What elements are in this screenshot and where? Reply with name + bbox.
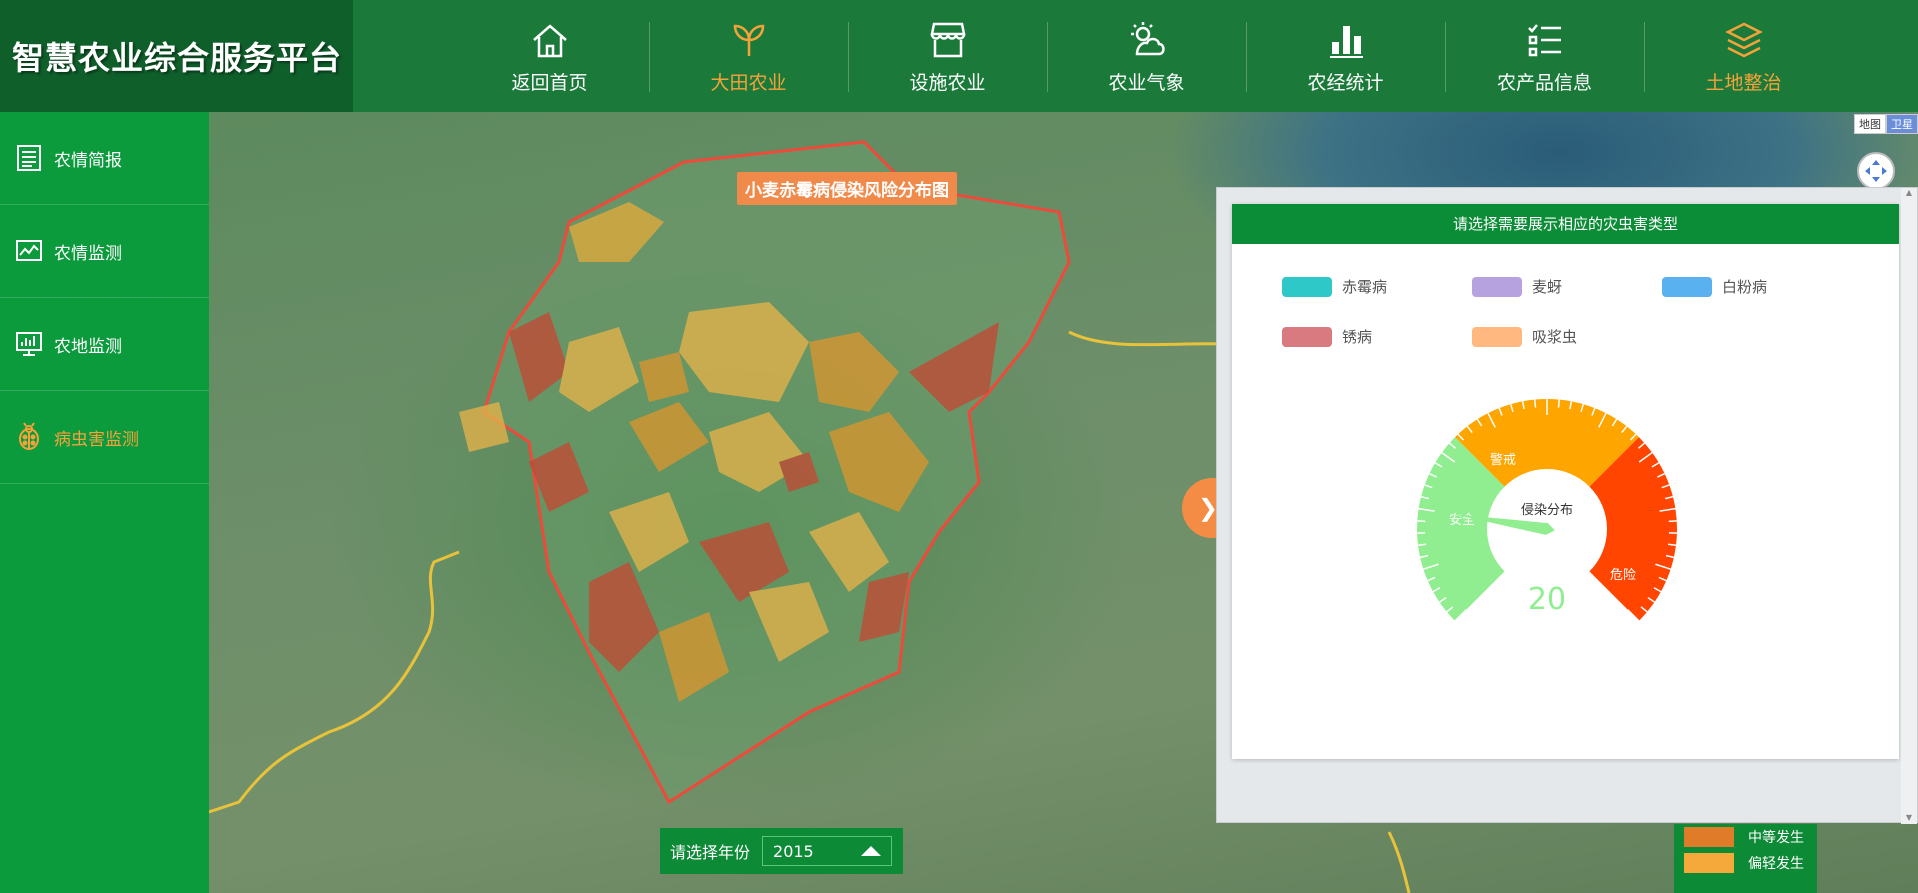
legend-swatch bbox=[1684, 853, 1734, 873]
map-type-satellite-button[interactable]: 卫星 bbox=[1886, 114, 1918, 134]
legend-swatch bbox=[1684, 827, 1734, 847]
sidebar: 农情简报 农情监测 农地监测 病虫害监测 bbox=[0, 112, 209, 893]
legend-item-rust[interactable]: 锈病 bbox=[1282, 326, 1372, 347]
nav-label: 返回首页 bbox=[511, 71, 588, 94]
legend-swatch bbox=[1282, 276, 1332, 297]
year-label: 请选择年份 bbox=[670, 843, 751, 862]
legend-label: 偏轻发生 bbox=[1748, 856, 1804, 872]
nav-label: 农经统计 bbox=[1307, 71, 1384, 94]
legend-label: 白粉病 bbox=[1722, 278, 1768, 296]
sidebar-item-land-monitoring[interactable]: 农地监测 bbox=[0, 298, 209, 391]
nav-label: 大田农业 bbox=[710, 71, 787, 94]
map-type-switch: 地图 卫星 bbox=[1854, 114, 1918, 134]
nav-land-remediation[interactable]: 土地整治 bbox=[1644, 0, 1843, 112]
map-title: 小麦赤霉病侵染风险分布图 bbox=[737, 172, 957, 205]
nav-product-info[interactable]: 农产品信息 bbox=[1445, 0, 1644, 112]
legend-label: 赤霉病 bbox=[1342, 278, 1388, 296]
bar-chart-icon bbox=[1329, 25, 1363, 58]
panel-scrollbar[interactable]: ▲ ▼ bbox=[1901, 188, 1917, 824]
gauge-tick bbox=[1417, 520, 1426, 523]
app-title: 智慧农业综合服务平台 bbox=[0, 0, 353, 112]
gauge-tick bbox=[1668, 520, 1677, 523]
legend-swatch bbox=[1472, 326, 1522, 347]
line-chart-icon bbox=[16, 240, 42, 261]
sidebar-item-label: 农情简报 bbox=[54, 150, 122, 171]
gauge-label-safe: 安全 bbox=[1449, 512, 1475, 528]
legend-label: 中等发生 bbox=[1748, 830, 1804, 846]
nav-label: 土地整治 bbox=[1705, 71, 1782, 94]
gauge-label-danger: 危险 bbox=[1610, 568, 1636, 583]
main-nav: 返回首页 大田农业 设施农业 农业气象 农经统计 农产品信息 土地整治 bbox=[450, 0, 1843, 112]
sidebar-item-pest-monitoring[interactable]: 病虫害监测 bbox=[0, 391, 209, 484]
legend-item-aphid[interactable]: 麦蚜 bbox=[1472, 276, 1562, 297]
scroll-down-icon[interactable]: ▼ bbox=[1901, 813, 1917, 822]
legend-item-powdery-mildew[interactable]: 白粉病 bbox=[1662, 276, 1767, 297]
report-icon bbox=[17, 145, 41, 171]
gauge-tick bbox=[1667, 543, 1677, 547]
legend-swatch bbox=[1662, 276, 1712, 297]
legend-label: 吸浆虫 bbox=[1532, 328, 1578, 346]
gauge-tick bbox=[1417, 543, 1427, 547]
gauge-label-warning: 警戒 bbox=[1490, 452, 1516, 468]
gauge-tick bbox=[1557, 399, 1560, 408]
legend-swatch bbox=[1472, 276, 1522, 297]
nav-agri-weather[interactable]: 农业气象 bbox=[1047, 0, 1246, 112]
top-header: 智慧农业综合服务平台 返回首页 大田农业 设施农业 农业气象 农经统计 农产品信… bbox=[0, 0, 1918, 112]
monitor-icon bbox=[16, 332, 42, 356]
boundary-line bbox=[1387, 831, 1411, 893]
layers-icon bbox=[1724, 22, 1763, 57]
panel-header: 请选择需要展示相应的灾虫害类型 bbox=[1232, 204, 1899, 244]
year-selector: 请选择年份 2015 bbox=[660, 828, 903, 874]
sidebar-item-label: 病虫害监测 bbox=[54, 429, 139, 450]
sidebar-item-label: 农情监测 bbox=[54, 243, 122, 264]
nav-label: 农产品信息 bbox=[1496, 71, 1592, 94]
nav-home[interactable]: 返回首页 bbox=[450, 0, 649, 112]
legend-label: 锈病 bbox=[1342, 328, 1373, 346]
nav-facility-agriculture[interactable]: 设施农业 bbox=[848, 0, 1047, 112]
ladybug-icon bbox=[19, 422, 39, 450]
year-value: 2015 bbox=[773, 841, 814, 861]
year-dropdown[interactable]: 2015 bbox=[762, 836, 893, 866]
gauge-value: 20 bbox=[1528, 582, 1566, 617]
checklist-icon bbox=[1527, 23, 1561, 56]
map-pan-control[interactable] bbox=[1857, 152, 1895, 190]
nav-label: 农业气象 bbox=[1108, 71, 1185, 94]
gauge-title: 侵染分布 bbox=[1521, 502, 1573, 518]
pan-arrows-icon bbox=[1865, 160, 1887, 182]
map-legend-item: 中等发生 bbox=[1674, 824, 1817, 850]
nav-field-agriculture[interactable]: 大田农业 bbox=[649, 0, 848, 112]
infection-gauge: 安全 警戒 危险 侵染分布 20 bbox=[1417, 399, 1677, 622]
nav-label: 设施农业 bbox=[909, 71, 986, 94]
map-type-map-button[interactable]: 地图 bbox=[1854, 114, 1886, 134]
legend-label: 麦蚜 bbox=[1532, 278, 1563, 296]
map-risk-legend: 中等发生 偏轻发生 bbox=[1674, 824, 1817, 893]
sprout-icon bbox=[733, 24, 764, 56]
nav-agri-statistics[interactable]: 农经统计 bbox=[1246, 0, 1445, 112]
legend-swatch bbox=[1282, 326, 1332, 347]
sidebar-item-condition-monitoring[interactable]: 农情监测 bbox=[0, 205, 209, 298]
legend-item-midge[interactable]: 吸浆虫 bbox=[1472, 326, 1577, 347]
sidebar-item-label: 农地监测 bbox=[54, 336, 122, 357]
gauge-tick bbox=[1534, 399, 1537, 408]
boundary-line bbox=[209, 550, 460, 814]
scroll-up-icon[interactable]: ▲ bbox=[1901, 188, 1917, 197]
panel-card: 请选择需要展示相应的灾虫害类型 赤霉病 麦蚜 白粉病 锈病 吸浆虫 安全 警戒 … bbox=[1232, 204, 1899, 759]
legend-item-gibberella[interactable]: 赤霉病 bbox=[1282, 276, 1387, 297]
caret-up-icon bbox=[861, 846, 882, 856]
map-legend-item: 偏轻发生 bbox=[1674, 850, 1817, 876]
weather-icon bbox=[1130, 21, 1165, 55]
sidebar-item-briefing[interactable]: 农情简报 bbox=[0, 112, 209, 205]
home-icon bbox=[532, 23, 567, 57]
pest-type-panel: 请选择需要展示相应的灾虫害类型 赤霉病 麦蚜 白粉病 锈病 吸浆虫 安全 警戒 … bbox=[1216, 187, 1918, 824]
greenhouse-icon bbox=[929, 22, 966, 57]
